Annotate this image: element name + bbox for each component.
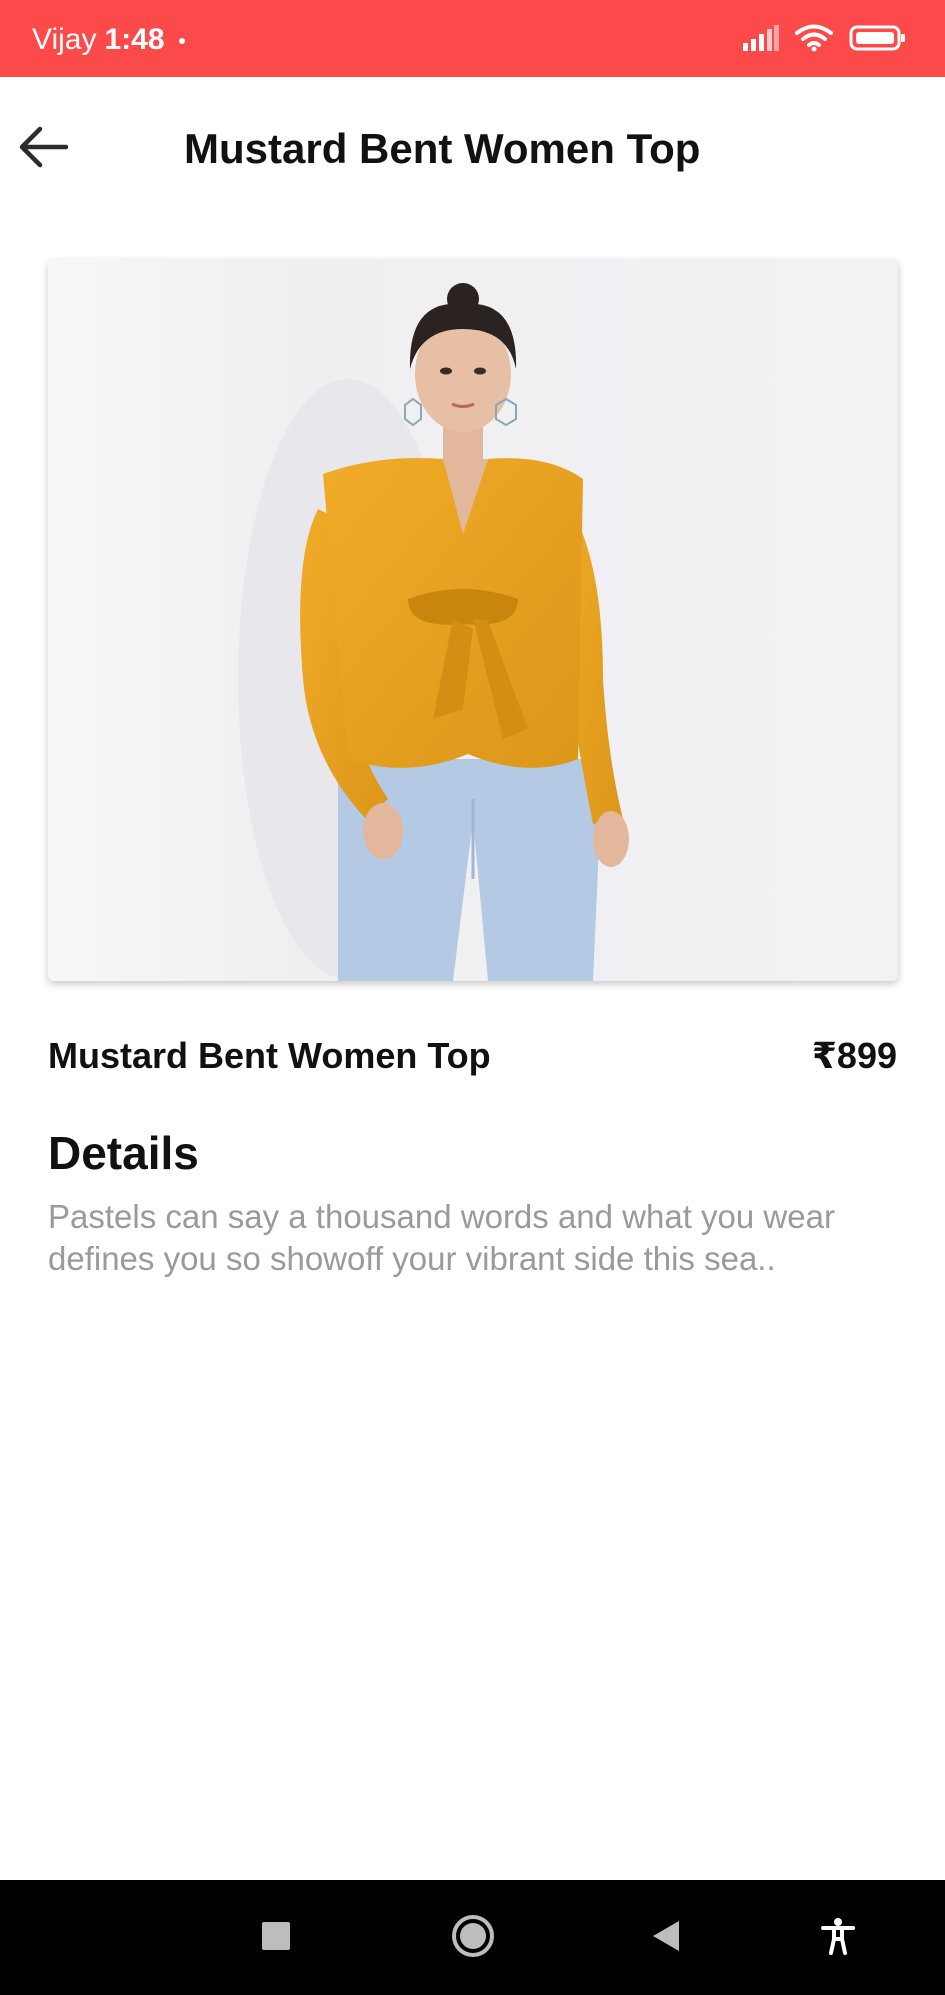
battery-icon xyxy=(849,24,907,57)
home-icon xyxy=(450,1913,496,1964)
wifi-icon xyxy=(795,24,833,57)
accessibility-button[interactable] xyxy=(808,1908,868,1968)
product-name: Mustard Bent Women Top xyxy=(48,1035,491,1076)
status-left: Vijay 1:48 xyxy=(32,22,185,58)
signal-icon xyxy=(743,25,779,56)
home-button[interactable] xyxy=(443,1908,503,1968)
clock-time: 1:48 xyxy=(104,23,165,56)
notification-dot xyxy=(178,38,185,44)
product-image[interactable] xyxy=(48,259,898,981)
system-back-button[interactable] xyxy=(636,1908,696,1968)
recents-button[interactable] xyxy=(246,1908,306,1968)
product-price: ₹899 xyxy=(811,1035,897,1076)
details-heading: Details xyxy=(48,1127,199,1179)
status-icons xyxy=(743,24,907,57)
page-title: Mustard Bent Women Top xyxy=(184,125,701,172)
accessibility-icon xyxy=(819,1917,857,1960)
details-description: Pastels can say a thousand words and wha… xyxy=(48,1198,835,1277)
back-button[interactable] xyxy=(12,117,76,181)
app-bar: Mustard Bent Women Top xyxy=(0,77,945,213)
status-bar: Vijay 1:48 xyxy=(0,0,945,77)
system-nav-bar xyxy=(0,1880,945,1995)
arrow-left-icon xyxy=(18,125,70,174)
product-photo xyxy=(48,259,898,981)
recents-icon xyxy=(261,1921,291,1956)
carrier-label: Vijay xyxy=(32,23,97,56)
back-triangle-icon xyxy=(649,1919,683,1958)
